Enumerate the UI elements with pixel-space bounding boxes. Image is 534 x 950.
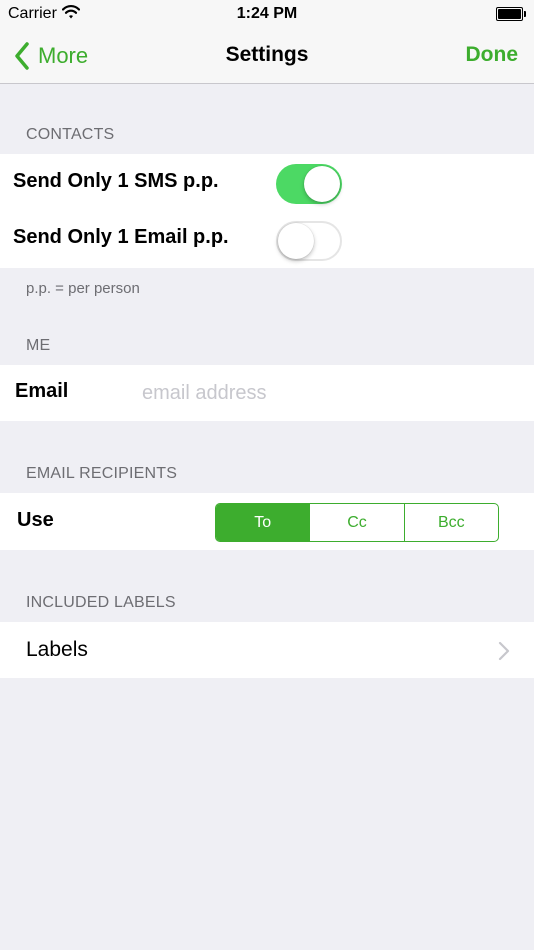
sms-toggle-label: Send Only 1 SMS p.p.	[13, 170, 219, 192]
status-time: 1:24 PM	[236, 5, 298, 22]
done-button[interactable]: Done	[466, 43, 519, 67]
segment-to[interactable]: To	[216, 504, 311, 541]
sms-toggle-row: Send Only 1 SMS p.p.	[0, 154, 534, 211]
email-recipients-group: Use To Cc Bcc	[0, 493, 534, 550]
segment-bcc[interactable]: Bcc	[405, 504, 498, 541]
use-label: Use	[17, 509, 54, 531]
sms-toggle-switch[interactable]	[276, 164, 342, 204]
email-toggle-label: Send Only 1 Email p.p.	[13, 226, 229, 248]
chevron-right-icon	[498, 641, 510, 661]
email-toggle-switch[interactable]	[276, 221, 342, 261]
email-field[interactable]	[142, 379, 512, 407]
labels-row[interactable]: Labels	[0, 622, 534, 678]
section-header-included-labels: INCLUDED LABELS	[26, 594, 176, 611]
battery-icon	[496, 7, 526, 21]
me-group: Email	[0, 365, 534, 421]
section-header-email-recipients: EMAIL RECIPIENTS	[26, 465, 178, 482]
recipient-type-segmented-control: To Cc Bcc	[215, 503, 499, 542]
navigation-bar: More Settings Done	[0, 28, 534, 84]
section-header-me: ME	[26, 337, 51, 354]
section-header-contacts: CONTACTS	[26, 126, 115, 143]
segment-cc[interactable]: Cc	[310, 504, 405, 541]
page-title: Settings	[225, 43, 309, 66]
email-toggle-row: Send Only 1 Email p.p.	[0, 211, 534, 268]
contacts-group: Send Only 1 SMS p.p. Send Only 1 Email p…	[0, 154, 534, 268]
section-footer-contacts: p.p. = per person	[26, 280, 140, 297]
email-field-label: Email	[15, 380, 69, 402]
labels-row-label: Labels	[26, 638, 88, 661]
status-bar: Carrier 1:24 PM	[0, 0, 534, 28]
